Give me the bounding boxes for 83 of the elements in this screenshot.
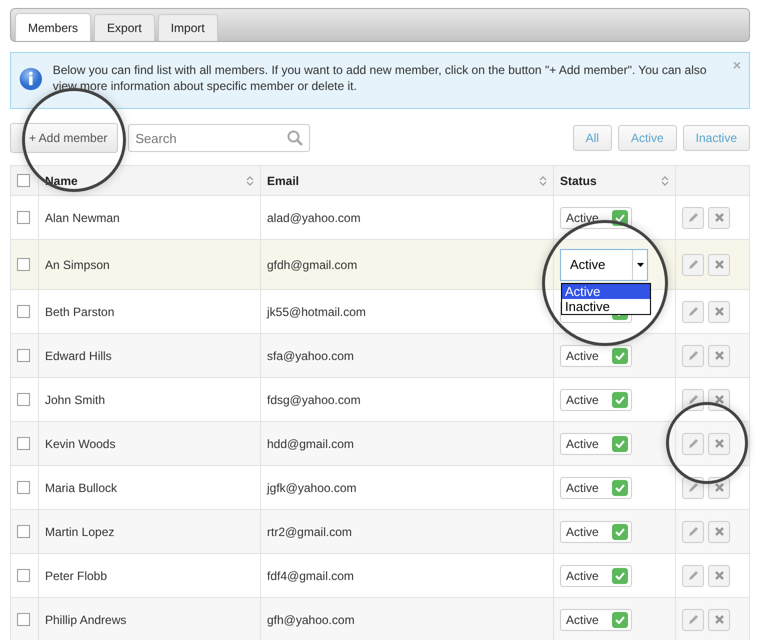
pencil-icon xyxy=(688,526,698,537)
checkbox[interactable] xyxy=(17,349,30,362)
email-cell: rtr2@gmail.com xyxy=(267,524,352,538)
email-cell: jgfk@yahoo.com xyxy=(267,480,357,494)
email-cell: gfh@yahoo.com xyxy=(267,612,355,626)
name-cell: Peter Flobb xyxy=(45,568,108,582)
status-label: Active xyxy=(566,436,599,450)
status-toggle[interactable]: Active xyxy=(560,520,632,542)
search-field[interactable]: Search xyxy=(128,124,310,152)
email-cell: jk55@hotmail.com xyxy=(267,304,366,318)
pencil-icon xyxy=(688,350,698,361)
checkbox[interactable] xyxy=(17,525,30,538)
email-cell: sfa@yahoo.com xyxy=(267,348,354,362)
close-icon xyxy=(714,615,724,624)
status-toggle[interactable]: Active xyxy=(560,608,632,630)
close-icon xyxy=(714,351,724,360)
name-cell: Alan Newman xyxy=(45,210,120,224)
status-label: Active xyxy=(566,210,599,224)
status-select[interactable]: Active xyxy=(560,248,648,280)
status-label: Active xyxy=(566,524,599,538)
email-cell: hdd@gmail.com xyxy=(267,436,354,450)
edit-button[interactable] xyxy=(682,388,704,410)
close-icon xyxy=(714,483,724,492)
email-cell: fdf4@gmail.com xyxy=(267,568,354,582)
add-member-button[interactable]: + Add member xyxy=(10,123,118,153)
close-icon xyxy=(714,213,724,222)
dropdown-option[interactable]: Active xyxy=(562,284,650,299)
name-cell: John Smith xyxy=(45,392,106,406)
pencil-icon xyxy=(688,482,698,493)
checkbox[interactable] xyxy=(17,437,30,450)
pencil-icon xyxy=(688,259,698,270)
tab[interactable]: Export xyxy=(94,14,155,41)
column-header: Email xyxy=(267,174,300,188)
sort-icon[interactable] xyxy=(661,174,669,186)
name-cell: Kevin Woods xyxy=(45,436,116,450)
name-cell: Maria Bullock xyxy=(45,480,118,494)
status-toggle[interactable]: Active xyxy=(560,564,632,586)
tab[interactable]: Import xyxy=(158,14,218,41)
status-label: Active xyxy=(566,480,599,494)
email-cell: gfdh@gmail.com xyxy=(267,258,358,272)
status-toggle[interactable]: Active xyxy=(560,344,632,366)
checkbox[interactable] xyxy=(17,613,30,626)
column-header: Status xyxy=(560,174,598,188)
checkbox[interactable] xyxy=(17,211,30,224)
close-icon xyxy=(714,571,724,580)
edit-button[interactable] xyxy=(682,476,704,498)
checkbox[interactable] xyxy=(17,305,30,318)
tab[interactable]: Members xyxy=(15,13,92,41)
status-label: Active xyxy=(566,392,599,406)
close-icon xyxy=(714,395,724,404)
status-toggle[interactable]: Active xyxy=(560,206,632,228)
pencil-icon xyxy=(688,394,698,405)
status-label: Active xyxy=(566,348,599,362)
close-icon xyxy=(714,439,724,448)
pencil-icon xyxy=(688,614,698,625)
checkbox[interactable] xyxy=(17,481,30,494)
pencil-icon xyxy=(688,306,698,317)
search-icon xyxy=(287,130,304,146)
sort-icon[interactable] xyxy=(246,174,254,186)
status-toggle[interactable]: Active xyxy=(560,476,632,498)
close-icon xyxy=(714,527,724,536)
pencil-icon xyxy=(688,212,698,223)
pencil-icon xyxy=(688,438,698,449)
name-cell: Phillip Andrews xyxy=(45,612,126,626)
status-label: Active xyxy=(566,568,599,582)
name-cell: Edward Hills xyxy=(45,348,112,362)
checkbox[interactable] xyxy=(17,258,30,271)
checkbox[interactable] xyxy=(17,174,30,187)
checkbox[interactable] xyxy=(17,393,30,406)
name-cell: Beth Parston xyxy=(45,304,114,318)
name-cell: Martin Lopez xyxy=(45,524,114,538)
sort-icon[interactable] xyxy=(539,174,547,186)
name-cell: An Simpson xyxy=(45,258,110,272)
close-icon xyxy=(714,260,724,269)
checkbox[interactable] xyxy=(17,569,30,582)
close-icon xyxy=(714,307,724,316)
email-cell: alad@yahoo.com xyxy=(267,210,361,224)
status-toggle[interactable]: Active xyxy=(560,432,632,454)
caret-icon xyxy=(636,262,644,266)
status-toggle[interactable]: Active xyxy=(560,388,632,410)
email-cell: fdsg@yahoo.com xyxy=(267,392,361,406)
pencil-icon xyxy=(688,570,698,581)
status-label: Active xyxy=(566,612,599,626)
